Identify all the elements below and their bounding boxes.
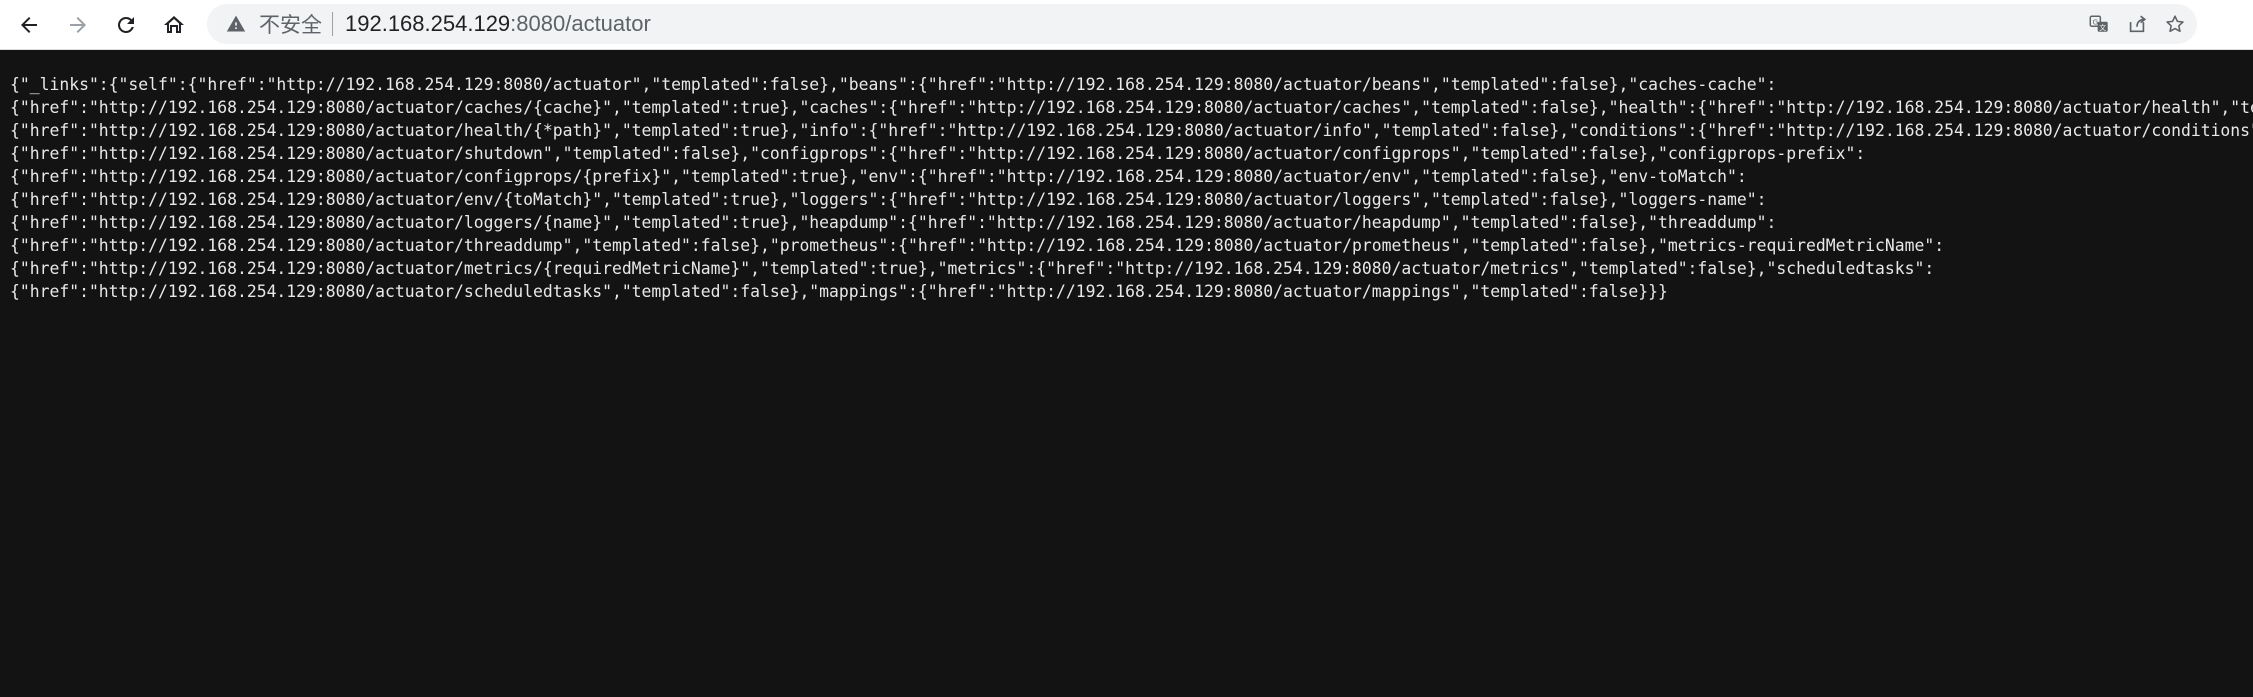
translate-icon: G 文 bbox=[2089, 15, 2108, 32]
reload-button[interactable] bbox=[107, 6, 145, 44]
json-line: {"href":"http://192.168.254.129:8080/act… bbox=[10, 236, 1945, 255]
json-line: {"href":"http://192.168.254.129:8080/act… bbox=[10, 259, 1935, 278]
home-icon bbox=[164, 16, 184, 33]
share-icon bbox=[2129, 15, 2147, 33]
translate-button[interactable]: G 文 bbox=[2083, 8, 2115, 40]
reload-icon bbox=[118, 17, 134, 33]
security-label[interactable]: 不安全 bbox=[259, 9, 322, 39]
url-host: 192.168.254.129 bbox=[345, 11, 511, 36]
json-line: {"href":"http://192.168.254.129:8080/act… bbox=[10, 121, 2253, 140]
forward-button[interactable] bbox=[59, 6, 97, 44]
star-icon bbox=[2166, 15, 2184, 33]
warning-triangle-icon[interactable] bbox=[225, 13, 247, 35]
url-path: :8080/actuator bbox=[510, 11, 651, 36]
json-line: {"href":"http://192.168.254.129:8080/act… bbox=[10, 190, 1767, 209]
address-bar[interactable]: 不安全 192.168.254.129:8080/actuator G 文 bbox=[207, 4, 2197, 44]
bookmark-button[interactable] bbox=[2159, 8, 2191, 40]
omnibox-divider bbox=[332, 12, 333, 36]
svg-text:文: 文 bbox=[2099, 23, 2106, 32]
back-arrow-icon bbox=[21, 17, 37, 33]
json-line: {"href":"http://192.168.254.129:8080/act… bbox=[10, 167, 1747, 186]
browser-toolbar: 不安全 192.168.254.129:8080/actuator G 文 bbox=[0, 0, 2253, 50]
json-line: {"href":"http://192.168.254.129:8080/act… bbox=[10, 98, 2253, 117]
home-button[interactable] bbox=[155, 6, 193, 44]
forward-arrow-icon bbox=[70, 17, 86, 33]
url-text[interactable]: 192.168.254.129:8080/actuator bbox=[345, 11, 651, 37]
omnibox-actions: G 文 bbox=[2083, 8, 2191, 40]
back-button[interactable] bbox=[10, 6, 48, 44]
json-response: {"_links":{"self":{"href":"http://192.16… bbox=[0, 50, 2253, 697]
json-line: {"href":"http://192.168.254.129:8080/act… bbox=[10, 213, 1777, 232]
json-line: {"href":"http://192.168.254.129:8080/act… bbox=[10, 282, 1668, 301]
json-line: {"_links":{"self":{"href":"http://192.16… bbox=[10, 75, 1777, 94]
share-button[interactable] bbox=[2121, 8, 2153, 40]
svg-text:G: G bbox=[2092, 17, 2098, 26]
json-line: {"href":"http://192.168.254.129:8080/act… bbox=[10, 144, 1866, 163]
